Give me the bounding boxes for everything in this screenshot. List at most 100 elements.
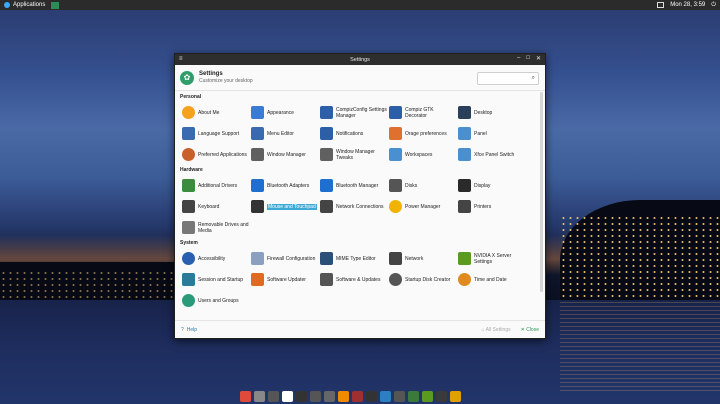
settings-item-printers[interactable]: Printers [456, 196, 525, 217]
settings-item-label: Keyboard [198, 203, 220, 210]
display-icon [458, 179, 471, 192]
panel-app-icon[interactable] [51, 1, 60, 9]
settings-item-desktop[interactable]: Desktop [456, 102, 525, 123]
settings-item-firewall-configuration[interactable]: Firewall Configuration [249, 248, 318, 269]
files-icon[interactable] [254, 390, 265, 402]
settings-item-window-manager-tweaks[interactable]: Window Manager Tweaks [318, 144, 387, 165]
close-button[interactable]: ✕ Close [521, 327, 539, 333]
hardware-grid: Additional Drivers Bluetooth Adapters Blue… [180, 175, 545, 238]
mail-icon[interactable] [408, 390, 419, 402]
settings-item-nvidia-x-server-settings[interactable]: NVIDIA X Server Settings [456, 248, 525, 269]
settings-item-bluetooth-manager[interactable]: Bluetooth Manager [318, 175, 387, 196]
nvidia-icon[interactable] [422, 390, 433, 402]
vlc-icon[interactable] [338, 390, 349, 402]
tray-window-icon[interactable] [657, 2, 665, 8]
maximize-icon[interactable]: □ [526, 55, 530, 62]
settings-item-panel[interactable]: Panel [456, 123, 525, 144]
power-menu-icon[interactable]: ⏻ [711, 2, 716, 9]
settings-item-xfce-panel-switch[interactable]: Xfce Panel Switch [456, 144, 525, 165]
settings-item-keyboard[interactable]: Keyboard [180, 196, 249, 217]
settings-item-label: Time and Date [474, 276, 507, 283]
settings-item-bluetooth-adapters[interactable]: Bluetooth Adapters [249, 175, 318, 196]
settings-item-window-manager[interactable]: Window Manager [249, 144, 318, 165]
settings-item-workspaces[interactable]: Workspaces [387, 144, 456, 165]
compiz-icon [320, 106, 333, 119]
app-icon[interactable] [436, 390, 447, 402]
settings-item-display[interactable]: Display [456, 175, 525, 196]
settings-item-time-and-date[interactable]: Time and Date [456, 269, 525, 290]
settings-item-label: Network Connections [336, 203, 384, 210]
chrome-icon[interactable] [240, 390, 251, 402]
settings-item-additional-drivers[interactable]: Additional Drivers [180, 175, 249, 196]
applications-menu[interactable]: Applications [4, 2, 45, 8]
settings-item-label: CompizConfig Settings Manager [336, 106, 387, 119]
settings-item-network[interactable]: Network [387, 248, 456, 269]
startup-disk-icon [389, 273, 402, 286]
settings-item-accessibility[interactable]: Accessibility [180, 248, 249, 269]
settings-item-menu-editor[interactable]: Menu Editor [249, 123, 318, 144]
close-icon[interactable]: ✕ [536, 55, 541, 62]
disk-icon[interactable] [394, 390, 405, 402]
settings-item-software-updater[interactable]: Software Updater [249, 269, 318, 290]
settings-item-language-support[interactable]: Language Support [180, 123, 249, 144]
compiz-gtk-icon [389, 106, 402, 119]
help-button[interactable]: ? Help [181, 327, 197, 333]
settings-item-label: Printers [474, 203, 492, 210]
settings-item-disks[interactable]: Disks [387, 175, 456, 196]
settings-item-orage-preferences[interactable]: Orage preferences [387, 123, 456, 144]
bluetooth-icon [320, 179, 333, 192]
minimize-icon[interactable]: – [517, 55, 520, 62]
category-system: System [180, 240, 198, 246]
settings-item-about-me[interactable]: About Me [180, 102, 249, 123]
star-icon [182, 148, 195, 161]
dock [236, 388, 482, 404]
ftp-icon[interactable] [352, 390, 363, 402]
window-manager-icon [251, 148, 264, 161]
settings-item-users-and-groups[interactable]: Users and Groups [180, 290, 249, 311]
settings-item-removable-drives-and-media[interactable]: Removable Drives and Media [180, 217, 249, 238]
applications-label: Applications [13, 2, 46, 8]
help-icon: ? [181, 326, 184, 333]
close-label: Close [526, 326, 539, 333]
window-footer: ? Help ⌂ All Settings ✕ Close [175, 320, 545, 338]
settings-item-network-connections[interactable]: Network Connections [318, 196, 387, 217]
all-settings-button[interactable]: ⌂ All Settings [481, 327, 510, 333]
scrollbar[interactable] [540, 92, 543, 292]
settings-icon[interactable] [324, 390, 335, 402]
top-panel: Applications Mon 28, 3:59 ⏻ [0, 0, 720, 10]
settings-item-label: Workspaces [405, 151, 433, 158]
cards-icon[interactable] [282, 390, 293, 402]
settings-item-compizconfig-settings-manager[interactable]: CompizConfig Settings Manager [318, 102, 387, 123]
settings-item-mouse-and-touchpad[interactable]: Mouse and Touchpad [249, 196, 318, 217]
search-input[interactable]: ⌕ [477, 72, 539, 85]
settings-item-power-manager[interactable]: Power Manager [387, 196, 456, 217]
settings-item-label: About Me [198, 109, 220, 116]
amazon-icon[interactable] [366, 390, 377, 402]
clock[interactable]: Mon 28, 3:59 [670, 2, 705, 8]
settings-item-label: Accessibility [198, 255, 226, 262]
settings-item-appearance[interactable]: Appearance [249, 102, 318, 123]
pc-icon[interactable] [450, 390, 461, 402]
search-icon[interactable] [380, 390, 391, 402]
settings-item-preferred-applications[interactable]: Preferred Applications [180, 144, 249, 165]
settings-item-label: Additional Drivers [198, 182, 238, 189]
orage-icon [389, 127, 402, 140]
window-titlebar[interactable]: ≡ Settings – □ ✕ [175, 54, 545, 65]
settings-item-session-and-startup[interactable]: Session and Startup [180, 269, 249, 290]
terminal-icon[interactable] [296, 390, 307, 402]
settings-item-software-updates[interactable]: Software & Updates [318, 269, 387, 290]
settings-item-label: Preferred Applications [198, 151, 247, 158]
settings-item-notifications[interactable]: Notifications [318, 123, 387, 144]
search-icon[interactable]: ⌕ [532, 75, 535, 82]
settings-item-startup-disk-creator[interactable]: Startup Disk Creator [387, 269, 456, 290]
settings-item-compiz-gtk-decorator[interactable]: Compiz GTK Decorator [387, 102, 456, 123]
settings-header: ✿ Settings Customize your desktop ⌕ [175, 65, 545, 91]
media-icon[interactable] [310, 390, 321, 402]
window-menu-icon[interactable]: ≡ [179, 56, 183, 62]
menu-editor-icon [251, 127, 264, 140]
printer-icon [458, 200, 471, 213]
settings-item-label: Power Manager [405, 203, 441, 210]
settings-item-mime-type-editor[interactable]: MIME Type Editor [318, 248, 387, 269]
settings-item-label: Display [474, 182, 491, 189]
calculator-icon[interactable] [268, 390, 279, 402]
